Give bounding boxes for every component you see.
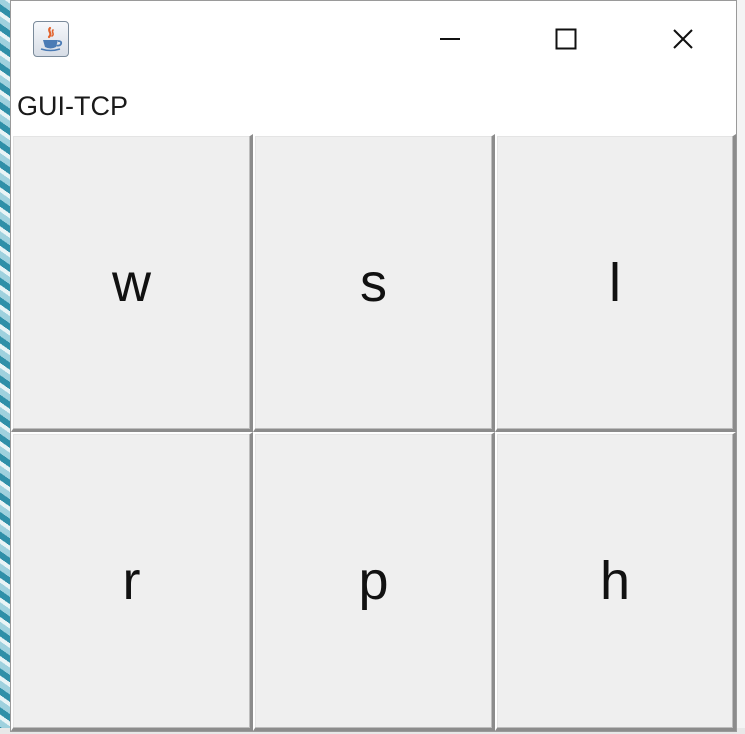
desktop-background-left	[0, 0, 10, 734]
key-button-s[interactable]: s	[253, 134, 495, 432]
key-button-p[interactable]: p	[253, 432, 495, 731]
gui-tcp-label: GUI-TCP	[17, 91, 128, 121]
key-button-h[interactable]: h	[495, 432, 736, 731]
title-bar[interactable]	[11, 1, 736, 79]
maximize-icon	[555, 28, 577, 50]
desktop-background-right	[737, 0, 745, 734]
minimize-icon	[440, 38, 460, 40]
close-button[interactable]	[657, 13, 709, 65]
key-button-grid: w s l r p h	[11, 134, 736, 731]
key-button-w[interactable]: w	[11, 134, 253, 432]
key-button-r[interactable]: r	[11, 432, 253, 731]
key-button-l[interactable]: l	[495, 134, 736, 432]
java-coffee-cup-icon[interactable]	[33, 21, 69, 57]
maximize-button[interactable]	[540, 13, 592, 65]
minimize-button[interactable]	[424, 13, 476, 65]
close-icon	[673, 29, 693, 49]
app-window: GUI-TCP w s l r p h	[10, 0, 737, 732]
